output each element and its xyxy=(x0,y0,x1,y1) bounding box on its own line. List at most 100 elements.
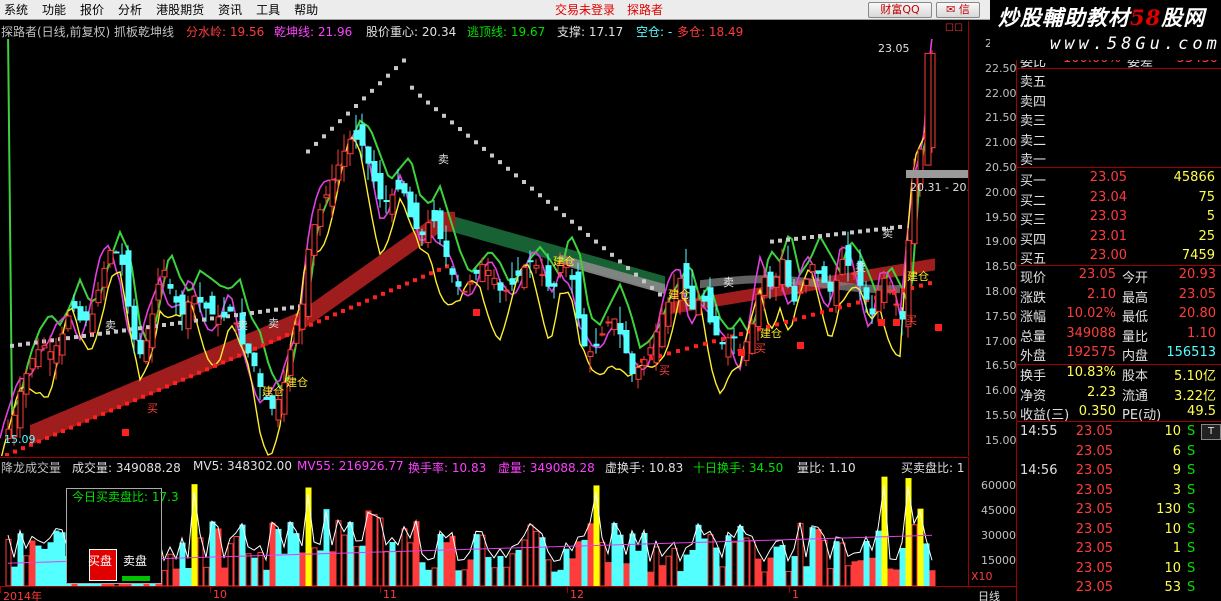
tick-row: 23.05 6 S xyxy=(1017,444,1221,462)
candle-body xyxy=(779,258,786,286)
resistance-dot xyxy=(570,219,574,224)
menu-tools[interactable]: 工具 xyxy=(253,0,291,20)
support-dot xyxy=(811,312,815,317)
volume-bar xyxy=(203,566,210,586)
volume-bar xyxy=(683,554,690,586)
candle-body xyxy=(209,295,216,315)
support-dot xyxy=(856,300,860,305)
sell-signal-label: 卖 xyxy=(855,261,866,274)
candle-body xyxy=(113,251,120,254)
menu-hk-futures[interactable]: 港股期货 xyxy=(153,0,215,20)
tick-row-cell: S xyxy=(1187,463,1196,478)
time-label-11: 11 xyxy=(383,588,397,601)
ask-row-cell: 卖二 xyxy=(1020,133,1047,149)
bid-row: 买三 23.03 5 xyxy=(1017,209,1221,228)
candle-body xyxy=(251,352,258,367)
resistance-dot xyxy=(594,239,598,244)
candle-body xyxy=(635,367,642,380)
volume-bar xyxy=(473,534,480,586)
period-label[interactable]: 日线 xyxy=(978,588,1000,601)
candle-body xyxy=(599,333,606,336)
bid-row-cell: 23.01 xyxy=(1089,228,1127,244)
resistance-dot xyxy=(554,206,558,211)
candle-body xyxy=(713,316,720,336)
vol-tick-15000: 15000 xyxy=(981,554,1016,567)
support-dot xyxy=(676,349,680,354)
support-dot xyxy=(333,312,337,317)
support-dot xyxy=(237,353,241,358)
candle-body xyxy=(377,173,384,200)
resistance-dot xyxy=(498,160,502,165)
volume-bar xyxy=(635,550,642,586)
resistance-dot xyxy=(10,343,14,348)
menu-quotes[interactable]: 报价 xyxy=(77,0,115,20)
tick-row-cell: 23.05 xyxy=(1075,502,1113,517)
tick-row-cell: 23.05 xyxy=(1075,463,1113,478)
support-dot xyxy=(261,343,265,348)
volume-bar xyxy=(341,534,348,586)
quote-separator xyxy=(1017,265,1221,266)
candle-body xyxy=(41,345,48,349)
menu-function[interactable]: 功能 xyxy=(39,0,77,20)
stat-row-cell: 涨幅 xyxy=(1020,310,1047,325)
menu-analysis[interactable]: 分析 xyxy=(115,0,153,20)
tick-row-cell: S xyxy=(1187,580,1196,595)
candle-body xyxy=(173,296,180,303)
caifu-qq-button[interactable]: 财富QQ xyxy=(868,2,932,18)
vol-tick-45000: 45000 xyxy=(981,504,1016,517)
tick-row-cell: 14:55 xyxy=(1020,424,1058,439)
bid-row-cell: 5 xyxy=(1206,209,1215,224)
volume-bar xyxy=(509,553,516,586)
support-dot xyxy=(125,401,129,406)
candle-body xyxy=(833,279,840,307)
volume-bar xyxy=(245,553,252,586)
menu-help[interactable]: 帮助 xyxy=(291,0,329,20)
resistance-dot xyxy=(770,239,774,244)
trade-login-link[interactable]: 交易未登录 xyxy=(555,0,615,20)
candle-body xyxy=(107,249,114,265)
bid-row-cell: 23.00 xyxy=(1089,248,1127,263)
message-button[interactable]: ✉ 信 xyxy=(936,2,980,18)
menu-news[interactable]: 资讯 xyxy=(215,0,253,20)
support-dot xyxy=(919,283,923,288)
tick-row-cell: 10 xyxy=(1164,560,1181,576)
volume-bar xyxy=(809,527,816,586)
support-dot xyxy=(341,308,345,313)
menu-system[interactable]: 系统 xyxy=(0,0,39,20)
buy-signal-label: 买 xyxy=(659,364,670,377)
support-dot xyxy=(703,341,707,346)
candle-body xyxy=(551,283,558,287)
candle-body xyxy=(539,273,546,277)
bid-row: 买四 23.01 25 xyxy=(1017,228,1221,248)
candle-body xyxy=(461,290,468,293)
volume-bar xyxy=(587,523,594,586)
duocang-value: 多仓: 18.49 xyxy=(677,25,744,39)
volume-bar xyxy=(233,536,240,586)
volume-bar xyxy=(893,569,900,586)
stat-row-cell: 内盘 xyxy=(1122,349,1149,364)
build-position-label: 建仓 xyxy=(286,375,308,389)
stock-name-link[interactable]: 探路者 xyxy=(627,0,663,20)
resistance-dot xyxy=(618,259,622,264)
tick-row-cell: 6 xyxy=(1172,443,1181,459)
volume-bar xyxy=(173,568,180,586)
candlestick-chart[interactable]: 23.0515.0920.31 - 20.卖卖卖卖卖卖卖买买买买建仓建仓建仓建仓… xyxy=(0,39,968,456)
build-position-label: 建仓 xyxy=(668,287,690,301)
tick-row-cell: 3 xyxy=(1172,482,1181,498)
signal-square xyxy=(935,324,942,331)
volume-bar xyxy=(581,539,588,586)
candle-body xyxy=(419,231,426,236)
tick-toggle-button[interactable]: T xyxy=(1201,424,1221,440)
resistance-dot xyxy=(522,180,526,184)
ask-row-cell: 卖四 xyxy=(1020,94,1047,110)
candle-body xyxy=(437,210,444,240)
support-dot xyxy=(317,319,321,324)
candle-body xyxy=(917,148,924,185)
tick-row-cell: 23.05 xyxy=(1075,482,1113,498)
candle-body xyxy=(545,265,552,287)
candle-body xyxy=(924,52,932,166)
bid-row-cell: 7459 xyxy=(1181,248,1215,263)
candle-body xyxy=(473,269,480,274)
volume-bar xyxy=(257,552,264,586)
chart-expand-icon[interactable]: ☐☐ xyxy=(945,23,963,34)
